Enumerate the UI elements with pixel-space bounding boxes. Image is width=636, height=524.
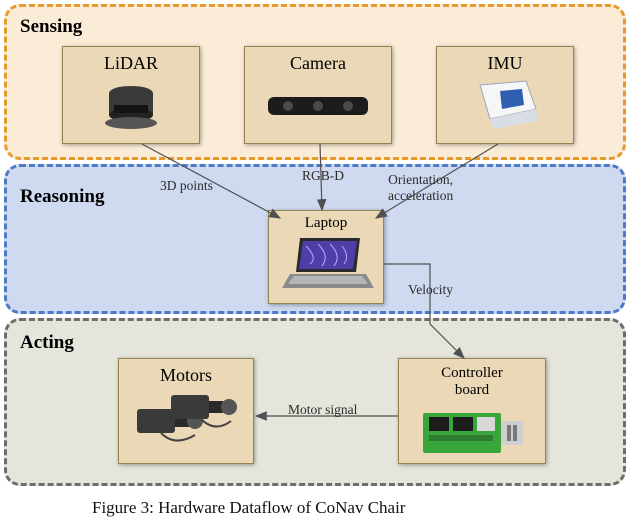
node-lidar-title: LiDAR (63, 47, 199, 78)
node-controller-title: Controller board (399, 359, 545, 404)
node-motors-title: Motors (119, 359, 253, 390)
section-label-sensing: Sensing (20, 16, 82, 38)
controller-board-icon (399, 404, 545, 462)
node-lidar: LiDAR (62, 46, 200, 144)
imu-icon (437, 78, 573, 134)
node-imu-title: IMU (437, 47, 573, 78)
section-label-reasoning: Reasoning (20, 186, 104, 208)
node-camera: Camera (244, 46, 392, 144)
lidar-icon (63, 78, 199, 134)
node-laptop-title: Laptop (269, 211, 383, 236)
node-camera-title: Camera (245, 47, 391, 78)
node-motors: Motors (118, 358, 254, 464)
laptop-icon (269, 236, 383, 292)
camera-icon (245, 78, 391, 134)
diagram-canvas: { "sections": { "sensing": {"label":"Sen… (0, 0, 636, 524)
node-laptop: Laptop (268, 210, 384, 304)
section-label-acting: Acting (20, 332, 74, 354)
motors-icon (119, 390, 253, 456)
figure-caption: Figure 3: Hardware Dataflow of CoNav Cha… (92, 498, 405, 518)
node-imu: IMU (436, 46, 574, 144)
node-controller: Controller board (398, 358, 546, 464)
